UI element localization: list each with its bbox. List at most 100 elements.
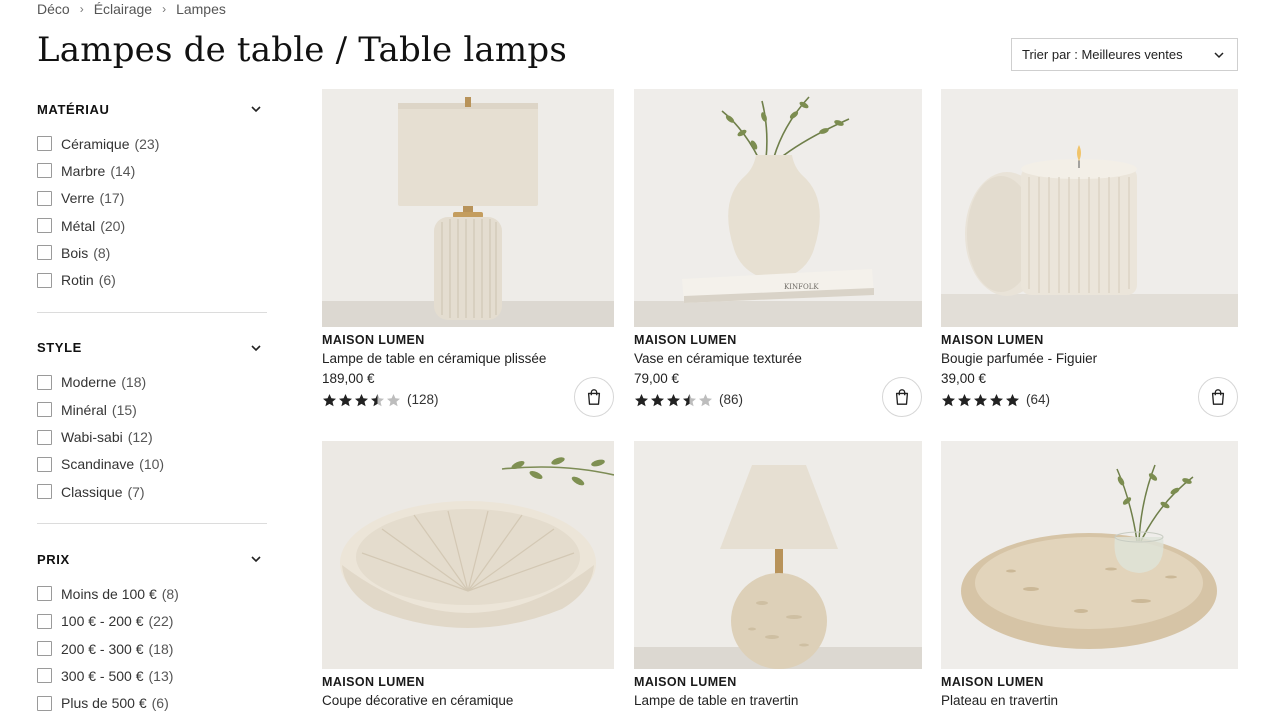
product-rating: (86): [634, 392, 922, 407]
fluted-ceramic-bowl-image: [322, 441, 614, 669]
checkbox[interactable]: [37, 272, 52, 288]
checkbox[interactable]: [37, 163, 52, 179]
filter-option-count: (13): [148, 667, 174, 684]
sort-dropdown[interactable]: Trier par : Meilleures ventes: [1011, 38, 1238, 71]
product-brand: MAISON LUMEN: [322, 333, 425, 347]
filter-sidebar: MATÉRIAU Céramique (23) Marbre (14) Verre(…: [37, 88, 267, 720]
filter-option-label: Scandinave: [61, 456, 135, 473]
filter-option[interactable]: Plus de 500 € (6): [37, 689, 267, 716]
product-image[interactable]: [322, 441, 614, 669]
product-card[interactable]: MAISON LUMEN Lampe de table en céramique…: [322, 89, 614, 417]
shopping-bag-icon: [1211, 389, 1225, 405]
filter-option[interactable]: Moderne (18): [37, 369, 267, 396]
page-title: Lampes de table / Table lamps: [37, 30, 567, 70]
checkbox[interactable]: [37, 136, 52, 152]
pleated-ceramic-table-lamp-image: [322, 89, 614, 327]
product-card[interactable]: MAISON LUMEN Coupe décorative en céramiq…: [322, 441, 614, 708]
product-brand: MAISON LUMEN: [634, 333, 737, 347]
checkbox[interactable]: [37, 668, 52, 684]
filter-option[interactable]: Classique (7): [37, 478, 267, 505]
filter-option-label: Bois: [61, 244, 89, 261]
filter-option-count: (6): [151, 695, 169, 712]
filter-option-label: Métal: [61, 217, 96, 234]
checkbox[interactable]: [37, 429, 52, 445]
product-name[interactable]: Lampe de table en travertin: [634, 693, 922, 708]
chevron-right-icon: ›: [79, 2, 84, 16]
product-card[interactable]: MAISON LUMEN Plateau en travertin: [941, 441, 1238, 708]
filter-option[interactable]: Bois (8): [37, 239, 267, 266]
add-to-cart-button[interactable]: [574, 377, 614, 417]
product-name[interactable]: Bougie parfumée - Figuier: [941, 351, 1238, 366]
checkbox[interactable]: [37, 218, 52, 234]
checkbox[interactable]: [37, 402, 52, 418]
filter-group-material: MATÉRIAU Céramique (23) Marbre (14) Verre(…: [37, 88, 267, 312]
filter-option[interactable]: 200 € - 300 € (18): [37, 635, 267, 662]
filter-header-style[interactable]: STYLE: [37, 327, 267, 369]
sort-label: Trier par : Meilleures ventes: [1022, 47, 1183, 62]
filter-option[interactable]: Rotin (6): [37, 266, 267, 293]
checkbox[interactable]: [37, 374, 52, 390]
filter-option[interactable]: Wabi-sabi (12): [37, 423, 267, 450]
filter-header-material[interactable]: MATÉRIAU: [37, 88, 267, 130]
rating-stars: [322, 393, 401, 407]
checkbox[interactable]: [37, 456, 52, 472]
filter-option-label: Rotin: [61, 272, 94, 289]
filter-option[interactable]: Scandinave (10): [37, 451, 267, 478]
filter-option-label: Céramique: [61, 135, 130, 152]
filter-option-count: (12): [127, 429, 153, 446]
filter-option-label: Moderne: [61, 374, 117, 391]
filter-option-count: (18): [148, 640, 174, 657]
product-brand: MAISON LUMEN: [941, 675, 1044, 689]
star-icon: [1006, 393, 1019, 406]
product-name[interactable]: Vase en céramique texturée: [634, 351, 922, 366]
product-image[interactable]: KINFOLK: [634, 89, 922, 327]
checkbox[interactable]: [37, 613, 52, 629]
product-card[interactable]: MAISON LUMEN Bougie parfumée - Figuier 3…: [941, 89, 1238, 417]
checkbox[interactable]: [37, 641, 52, 656]
product-name[interactable]: Lampe de table en céramique plissée: [322, 351, 614, 366]
product-card[interactable]: KINFOLK MAISON LUMEN Vase en céramique t…: [634, 89, 922, 417]
star-icon: [699, 393, 712, 406]
star-icon: [339, 393, 352, 406]
add-to-cart-button[interactable]: [1198, 377, 1238, 417]
filter-option-label: 200 € - 300 €: [61, 640, 144, 657]
star-icon: [635, 393, 648, 406]
product-image[interactable]: [634, 441, 922, 669]
filter-option[interactable]: Métal (20): [37, 212, 267, 239]
product-name[interactable]: Plateau en travertin: [941, 693, 1238, 708]
checkbox[interactable]: [37, 245, 52, 261]
filter-option[interactable]: Moins de 100 € (8): [37, 580, 267, 607]
filter-option-count: (8): [93, 244, 111, 261]
product-rating: (128): [322, 392, 614, 407]
product-image[interactable]: [941, 441, 1238, 669]
filter-option-count: (17): [99, 190, 125, 207]
product-brand: MAISON LUMEN: [941, 333, 1044, 347]
filter-option[interactable]: 100 € - 200 € (22): [37, 608, 267, 635]
breadcrumb-link-deco[interactable]: Déco: [37, 1, 70, 17]
shopping-bag-icon: [895, 389, 909, 405]
filter-option-count: (18): [121, 374, 147, 391]
rating-stars: [634, 393, 713, 407]
product-image[interactable]: [322, 89, 614, 327]
star-icon: [974, 393, 987, 406]
product-card[interactable]: MAISON LUMEN Lampe de table en travertin: [634, 441, 922, 708]
filter-option[interactable]: 300 € - 500 € (13): [37, 662, 267, 689]
breadcrumb-link-eclairage[interactable]: Éclairage: [94, 1, 152, 17]
product-image[interactable]: [941, 89, 1238, 327]
filter-option-count: (20): [100, 217, 126, 234]
filter-option-count: (15): [111, 401, 137, 418]
product-name[interactable]: Coupe décorative en céramique: [322, 693, 614, 708]
checkbox[interactable]: [37, 190, 52, 206]
checkbox[interactable]: [37, 586, 52, 602]
filter-header-price[interactable]: PRIX: [37, 538, 267, 580]
checkbox[interactable]: [37, 695, 52, 711]
checkbox[interactable]: [37, 484, 52, 500]
filter-option[interactable]: Céramique (23): [37, 130, 267, 157]
filter-option[interactable]: Minéral (15): [37, 396, 267, 423]
add-to-cart-button[interactable]: [882, 377, 922, 417]
chevron-down-icon: [251, 106, 261, 113]
filter-option[interactable]: Marbre (14): [37, 157, 267, 184]
star-icon: [667, 393, 680, 406]
filter-option[interactable]: Verre (17): [37, 185, 267, 212]
filter-option-label: 100 € - 200 €: [61, 613, 144, 630]
